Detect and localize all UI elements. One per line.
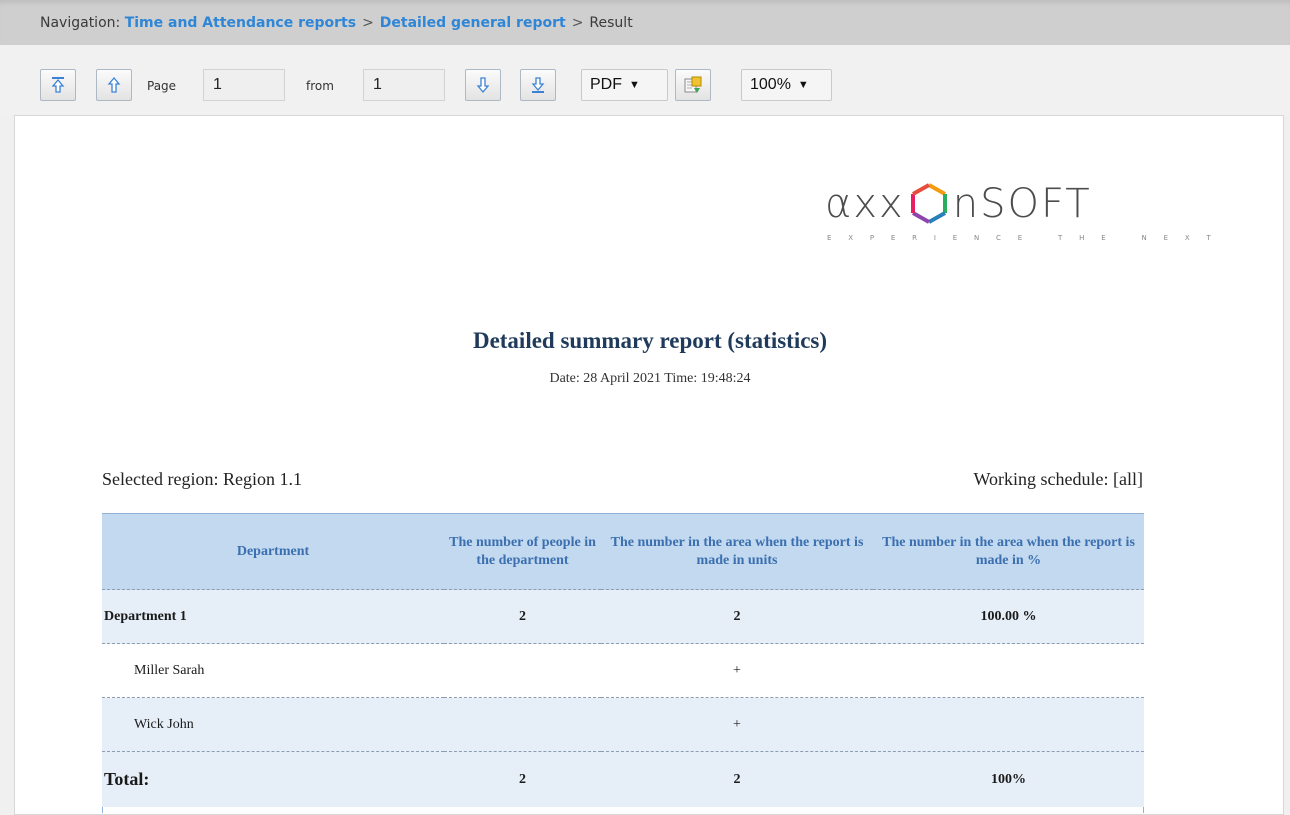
total-percent: 100% (873, 751, 1144, 807)
department-people: 2 (444, 589, 601, 644)
previous-page-button[interactable] (96, 69, 132, 101)
department-name: Department 1 (102, 589, 444, 644)
table-cell (873, 643, 1144, 698)
employee-name: Wick John (102, 697, 444, 752)
department-units: 2 (601, 589, 873, 644)
column-header: The number in the area when the report i… (873, 513, 1144, 590)
last-page-icon (531, 77, 545, 93)
zoom-select[interactable]: 100% ▼ (741, 69, 832, 101)
employee-row: Miller Sarah + (102, 643, 1144, 698)
breadcrumb-separator: > (362, 14, 374, 31)
export-button[interactable] (675, 69, 711, 101)
breadcrumb-separator: > (571, 14, 584, 31)
breadcrumb-link-detailed-report[interactable]: Detailed general report (380, 15, 566, 31)
breadcrumb-link-time-attendance[interactable]: Time and Attendance reports (125, 15, 356, 31)
total-units: 2 (601, 751, 873, 807)
from-label: from (306, 79, 334, 93)
column-header: The number of people in the department (444, 513, 601, 590)
last-page-button[interactable] (520, 69, 556, 101)
total-people: 2 (444, 751, 601, 807)
breadcrumb-prefix: Navigation: (40, 14, 121, 31)
chevron-down-icon: ▼ (629, 79, 640, 91)
first-page-button[interactable] (40, 69, 76, 101)
logo-wordmark: αxx nSOFT (825, 181, 1092, 227)
total-label: Total: (102, 751, 444, 807)
report-date: Date: 28 April 2021 Time: 19:48:24 (549, 371, 751, 386)
report-title: Detailed summary report (statistics) (472, 328, 828, 353)
page-number-input[interactable]: 1 (203, 69, 285, 101)
presence-mark: + (601, 697, 873, 752)
department-row: Department 1 2 2 100.00 % (102, 589, 1144, 644)
next-page-icon (476, 77, 490, 94)
export-format-value: PDF (590, 76, 622, 93)
first-page-icon (51, 77, 65, 93)
export-format-select[interactable]: PDF ▼ (581, 69, 668, 101)
table-cell (444, 643, 601, 698)
total-pages-field: 1 (363, 69, 445, 101)
employee-row: Wick John + (102, 697, 1144, 752)
chevron-down-icon: ▼ (797, 79, 809, 91)
export-icon (684, 76, 702, 93)
logo-hexagon-icon (910, 183, 947, 224)
presence-mark: + (601, 643, 873, 698)
table-header-row: Department The number of people in the d… (102, 513, 1144, 590)
next-page-button[interactable] (465, 69, 501, 101)
total-row: Total: 2 2 100% (102, 751, 1144, 807)
report-table: Department The number of people in the d… (102, 513, 1144, 807)
column-header: The number in the area when the report i… (601, 513, 873, 590)
report-toolbar: Page 1 from 1 PDF ▼ 100% ▼ (0, 45, 1290, 115)
column-header: Department (102, 513, 444, 590)
breadcrumb: Navigation: Time and Attendance reports … (0, 0, 1290, 45)
breadcrumb-current: Result (589, 14, 633, 31)
selected-region: Selected region: Region 1.1 (102, 469, 302, 489)
employee-name: Miller Sarah (102, 643, 444, 698)
zoom-value: 100% (750, 76, 791, 93)
company-logo: αxx nSOFT E X P E R I E N C E T H E N E … (825, 181, 1211, 252)
table-cell (444, 697, 601, 752)
working-schedule: Working schedule: [all] (973, 469, 1144, 489)
page-label: Page (147, 79, 177, 93)
table-cell (873, 697, 1144, 752)
report-page: αxx nSOFT E X P E R I E N C E T H E N E … (14, 115, 1284, 815)
logo-tagline: E X P E R I E N C E T H E N E X T (827, 234, 1219, 242)
department-percent: 100.00 % (873, 589, 1144, 644)
previous-page-icon (107, 76, 121, 93)
